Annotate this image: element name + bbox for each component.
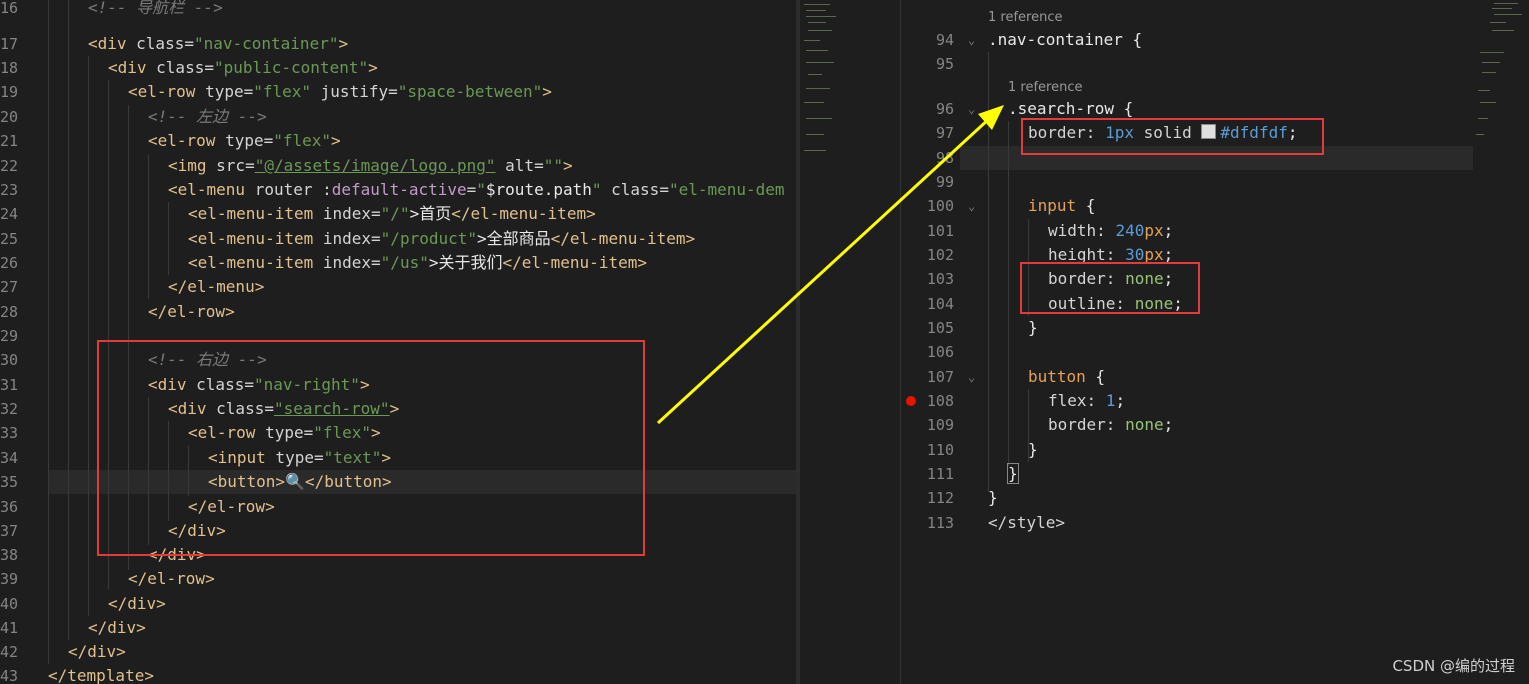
arrow-line (656, 116, 992, 425)
annotation-arrow (656, 105, 1004, 425)
watermark: CSDN @编的过程 (1392, 657, 1515, 675)
